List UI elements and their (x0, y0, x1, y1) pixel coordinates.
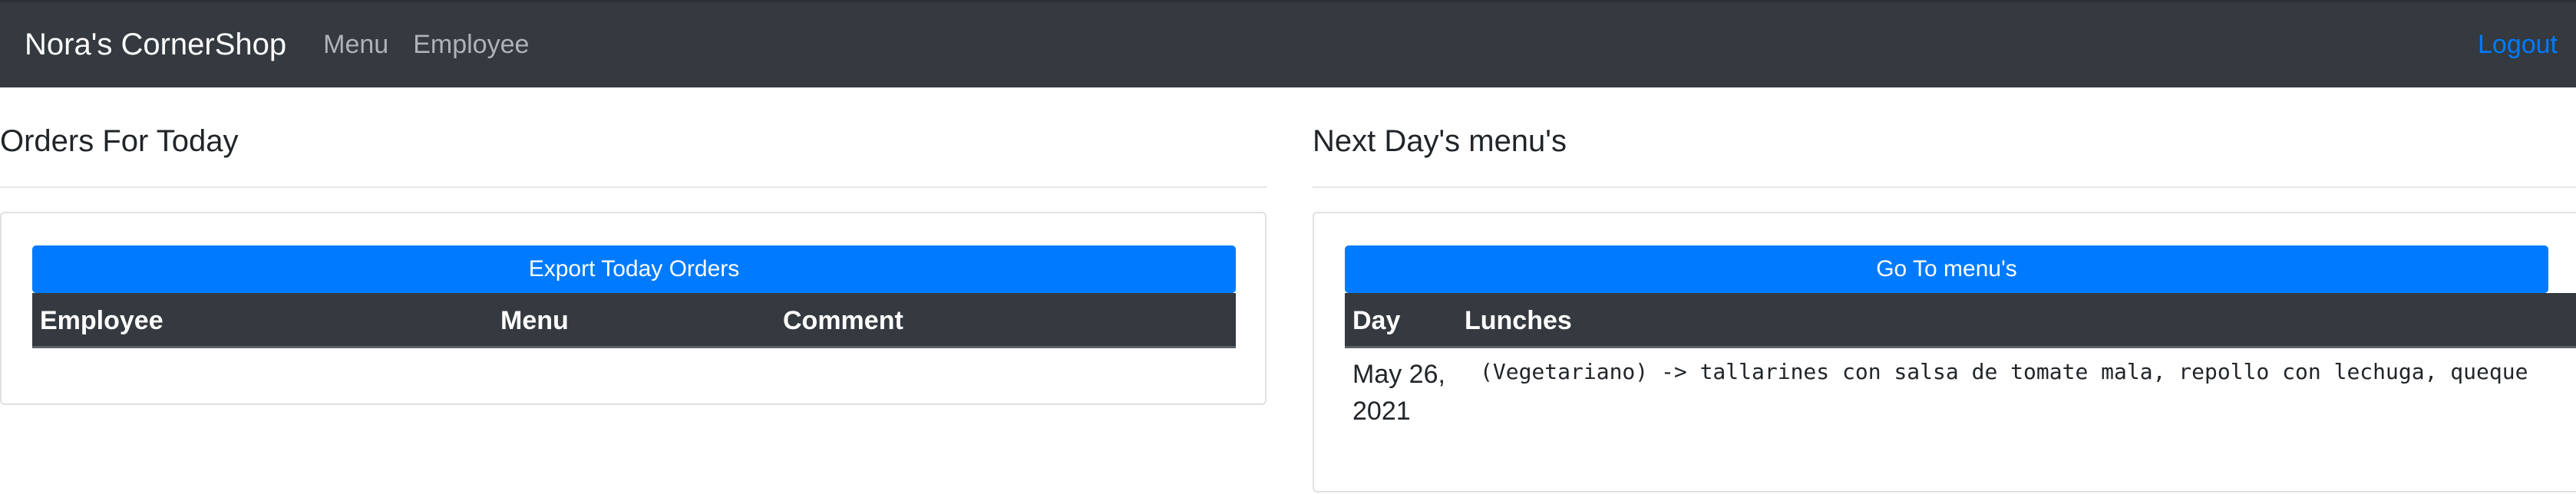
menus-column-lunches: Lunches (1465, 305, 1572, 335)
orders-title: Orders For Today (0, 124, 239, 158)
menus-card: Go To menu's Day Lunches May 26, 2021 (V… (1313, 212, 2576, 492)
menu-day-line1: May 26, (1352, 360, 1445, 389)
menu-day-cell: May 26, 2021 (1352, 356, 1445, 430)
menu-lunches-cell: (Vegetariano) -> tallarines con salsa de… (1480, 359, 2528, 384)
logout-link[interactable]: Logout (2478, 30, 2558, 60)
menus-table-header: Day Lunches (1345, 293, 2576, 348)
brand-link[interactable]: Nora's CornerShop (25, 28, 286, 62)
export-today-orders-button[interactable]: Export Today Orders (32, 245, 1236, 293)
menus-title: Next Day's menu's (1313, 124, 1567, 158)
go-to-menus-button[interactable]: Go To menu's (1345, 245, 2548, 293)
nav-link-menu[interactable]: Menu (323, 30, 388, 60)
top-navbar: Nora's CornerShop Menu Employee Logout (0, 0, 2576, 87)
orders-table-header: Employee Menu Comment (32, 293, 1236, 348)
menus-divider (1313, 186, 2576, 188)
orders-column-comment: Comment (783, 305, 903, 335)
orders-column-menu: Menu (500, 305, 569, 335)
orders-column-employee: Employee (40, 305, 163, 335)
menu-day-line2: 2021 (1352, 397, 1411, 426)
nav-link-employee[interactable]: Employee (413, 30, 529, 60)
menus-column-day: Day (1352, 305, 1401, 335)
orders-divider (0, 186, 1267, 188)
orders-card: Export Today Orders Employee Menu Commen… (0, 212, 1267, 405)
